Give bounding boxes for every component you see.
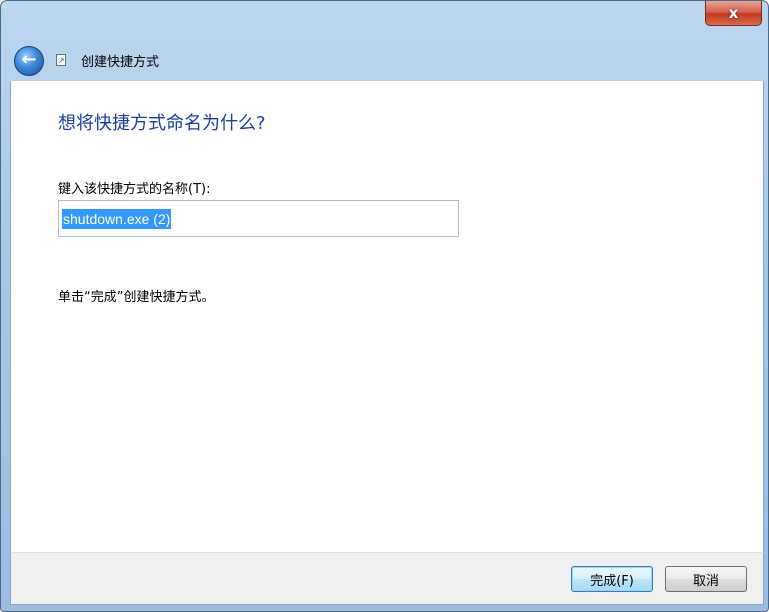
back-button[interactable]: ← xyxy=(14,46,44,76)
finish-button[interactable]: 完成(F) xyxy=(571,566,653,592)
shortcut-name-input[interactable]: shutdown.exe (2) xyxy=(58,200,459,237)
shortcut-icon: ↗ xyxy=(56,54,66,66)
wizard-content: 想将快捷方式命名为什么? 键入该快捷方式的名称(T): shutdown.exe… xyxy=(10,81,764,552)
page-heading: 想将快捷方式命名为什么? xyxy=(58,113,266,134)
close-button[interactable]: x xyxy=(705,1,762,26)
shortcut-name-value: shutdown.exe (2) xyxy=(62,208,172,229)
wizard-window: x ← ↗ 创建快捷方式 想将快捷方式命名为什么? 键入该快捷方式的名称(T):… xyxy=(0,0,769,612)
shortcut-name-label: 键入该快捷方式的名称(T): xyxy=(58,182,211,197)
finish-hint: 单击“完成”创建快捷方式。 xyxy=(58,290,215,305)
title-bar: x ← ↗ 创建快捷方式 xyxy=(1,1,768,81)
back-arrow-icon: ← xyxy=(21,49,37,70)
cancel-button[interactable]: 取消 xyxy=(665,566,747,592)
window-title: 创建快捷方式 xyxy=(81,55,160,70)
close-icon: x xyxy=(728,3,739,22)
button-bar: 完成(F) 取消 xyxy=(10,552,764,605)
